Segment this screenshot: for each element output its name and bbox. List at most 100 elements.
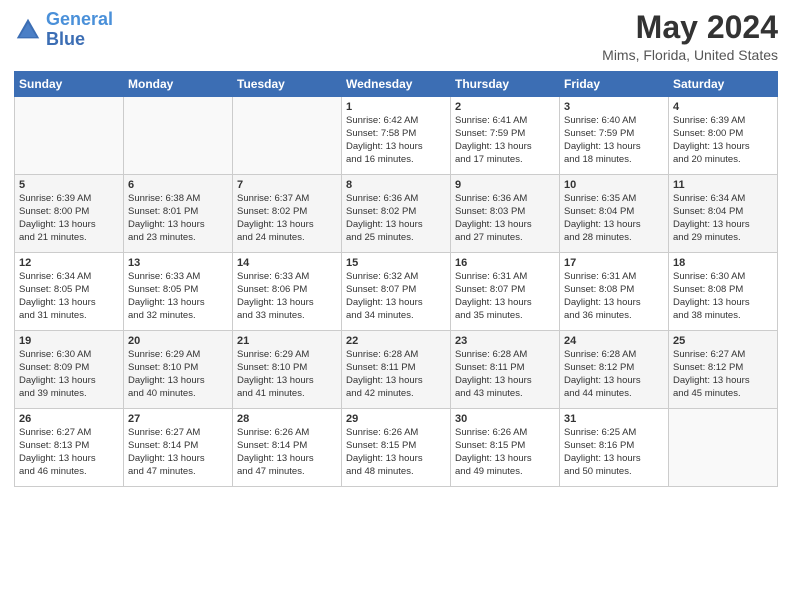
calendar-table: SundayMondayTuesdayWednesdayThursdayFrid… [14, 71, 778, 487]
day-header-tuesday: Tuesday [233, 72, 342, 97]
header-row: SundayMondayTuesdayWednesdayThursdayFrid… [15, 72, 778, 97]
calendar-cell: 11Sunrise: 6:34 AM Sunset: 8:04 PM Dayli… [669, 175, 778, 253]
day-number: 21 [237, 335, 337, 347]
calendar-cell: 31 Sunrise: 6:25 AM Sunset: 8:16 PM Dayli… [560, 409, 669, 487]
calendar-cell: 5 Sunrise: 6:39 AM Sunset: 8:00 PM Daylig… [15, 175, 124, 253]
calendar-cell: 25Sunrise: 6:27 AM Sunset: 8:12 PM Dayli… [669, 331, 778, 409]
header: General Blue May 2024 Mims, Florida, Uni… [14, 10, 778, 63]
month-title: May 2024 [602, 10, 778, 45]
calendar-cell: 7Sunrise: 6:37 AM Sunset: 8:02 PM Daylig… [233, 175, 342, 253]
cell-info: Sunrise: 6:30 AM Sunset: 8:09 PM Dayligh… [19, 349, 119, 400]
cell-info: Sunrise: 6:31 AM Sunset: 8:07 PM Dayligh… [455, 271, 555, 322]
calendar-cell [15, 97, 124, 175]
cell-info: Sunrise: 6:26 AM Sunset: 8:15 PM Dayligh… [346, 427, 446, 478]
calendar-cell: 19 Sunrise: 6:30 AM Sunset: 8:09 PM Dayli… [15, 331, 124, 409]
calendar-cell: 23Sunrise: 6:28 AM Sunset: 8:11 PM Dayli… [451, 331, 560, 409]
week-row-4: 19 Sunrise: 6:30 AM Sunset: 8:09 PM Dayli… [15, 331, 778, 409]
day-number: 27 [128, 413, 228, 425]
cell-info: Sunrise: 6:31 AM Sunset: 8:08 PM Dayligh… [564, 271, 664, 322]
cell-info: Sunrise: 6:34 AM Sunset: 8:04 PM Dayligh… [673, 193, 773, 244]
day-number: 18 [673, 257, 773, 269]
calendar-cell: 21 Sunrise: 6:29 AM Sunset: 8:10 PM Dayli… [233, 331, 342, 409]
calendar-cell: 15 Sunrise: 6:32 AM Sunset: 8:07 PM Dayli… [342, 253, 451, 331]
cell-info: Sunrise: 6:41 AM Sunset: 7:59 PM Dayligh… [455, 115, 555, 166]
day-number: 8 [346, 179, 446, 191]
cell-info: Sunrise: 6:34 AM Sunset: 8:05 PM Dayligh… [19, 271, 119, 322]
cell-info: Sunrise: 6:36 AM Sunset: 8:03 PM Dayligh… [455, 193, 555, 244]
calendar-cell [669, 409, 778, 487]
calendar-cell: 28 Sunrise: 6:26 AM Sunset: 8:14 PM Dayli… [233, 409, 342, 487]
calendar-cell: 10 Sunrise: 6:35 AM Sunset: 8:04 PM Dayli… [560, 175, 669, 253]
cell-info: Sunrise: 6:28 AM Sunset: 8:11 PM Dayligh… [346, 349, 446, 400]
cell-info: Sunrise: 6:25 AM Sunset: 8:16 PM Dayligh… [564, 427, 664, 478]
page-container: General Blue May 2024 Mims, Florida, Uni… [0, 0, 792, 497]
logo: General Blue [14, 10, 113, 50]
calendar-cell: 14 Sunrise: 6:33 AM Sunset: 8:06 PM Dayli… [233, 253, 342, 331]
day-number: 19 [19, 335, 119, 347]
day-number: 5 [19, 179, 119, 191]
day-number: 2 [455, 101, 555, 113]
calendar-cell [233, 97, 342, 175]
location: Mims, Florida, United States [602, 47, 778, 63]
day-number: 9 [455, 179, 555, 191]
day-number: 12 [19, 257, 119, 269]
day-header-sunday: Sunday [15, 72, 124, 97]
day-number: 1 [346, 101, 446, 113]
cell-info: Sunrise: 6:32 AM Sunset: 8:07 PM Dayligh… [346, 271, 446, 322]
day-number: 15 [346, 257, 446, 269]
day-number: 17 [564, 257, 664, 269]
calendar-cell: 8 Sunrise: 6:36 AM Sunset: 8:02 PM Daylig… [342, 175, 451, 253]
cell-info: Sunrise: 6:35 AM Sunset: 8:04 PM Dayligh… [564, 193, 664, 244]
day-number: 10 [564, 179, 664, 191]
calendar-cell [124, 97, 233, 175]
week-row-1: 1 Sunrise: 6:42 AM Sunset: 7:58 PM Daylig… [15, 97, 778, 175]
day-header-wednesday: Wednesday [342, 72, 451, 97]
title-block: May 2024 Mims, Florida, United States [602, 10, 778, 63]
cell-info: Sunrise: 6:39 AM Sunset: 8:00 PM Dayligh… [19, 193, 119, 244]
cell-info: Sunrise: 6:33 AM Sunset: 8:06 PM Dayligh… [237, 271, 337, 322]
day-header-monday: Monday [124, 72, 233, 97]
day-number: 23 [455, 335, 555, 347]
calendar-cell: 9 Sunrise: 6:36 AM Sunset: 8:03 PM Daylig… [451, 175, 560, 253]
day-number: 13 [128, 257, 228, 269]
day-number: 31 [564, 413, 664, 425]
week-row-2: 5 Sunrise: 6:39 AM Sunset: 8:00 PM Daylig… [15, 175, 778, 253]
day-number: 6 [128, 179, 228, 191]
day-number: 24 [564, 335, 664, 347]
cell-info: Sunrise: 6:26 AM Sunset: 8:14 PM Dayligh… [237, 427, 337, 478]
calendar-cell: 22 Sunrise: 6:28 AM Sunset: 8:11 PM Dayli… [342, 331, 451, 409]
cell-info: Sunrise: 6:29 AM Sunset: 8:10 PM Dayligh… [237, 349, 337, 400]
calendar-cell: 2 Sunrise: 6:41 AM Sunset: 7:59 PM Daylig… [451, 97, 560, 175]
cell-info: Sunrise: 6:29 AM Sunset: 8:10 PM Dayligh… [128, 349, 228, 400]
day-header-thursday: Thursday [451, 72, 560, 97]
calendar-cell: 20Sunrise: 6:29 AM Sunset: 8:10 PM Dayli… [124, 331, 233, 409]
calendar-cell: 24 Sunrise: 6:28 AM Sunset: 8:12 PM Dayli… [560, 331, 669, 409]
cell-info: Sunrise: 6:26 AM Sunset: 8:15 PM Dayligh… [455, 427, 555, 478]
logo-icon [14, 16, 42, 44]
cell-info: Sunrise: 6:28 AM Sunset: 8:12 PM Dayligh… [564, 349, 664, 400]
calendar-cell: 16Sunrise: 6:31 AM Sunset: 8:07 PM Dayli… [451, 253, 560, 331]
cell-info: Sunrise: 6:39 AM Sunset: 8:00 PM Dayligh… [673, 115, 773, 166]
day-number: 4 [673, 101, 773, 113]
day-number: 14 [237, 257, 337, 269]
day-number: 22 [346, 335, 446, 347]
cell-info: Sunrise: 6:27 AM Sunset: 8:14 PM Dayligh… [128, 427, 228, 478]
cell-info: Sunrise: 6:38 AM Sunset: 8:01 PM Dayligh… [128, 193, 228, 244]
calendar-cell: 6 Sunrise: 6:38 AM Sunset: 8:01 PM Daylig… [124, 175, 233, 253]
cell-info: Sunrise: 6:36 AM Sunset: 8:02 PM Dayligh… [346, 193, 446, 244]
day-number: 29 [346, 413, 446, 425]
calendar-cell: 13 Sunrise: 6:33 AM Sunset: 8:05 PM Dayli… [124, 253, 233, 331]
day-number: 28 [237, 413, 337, 425]
week-row-3: 12 Sunrise: 6:34 AM Sunset: 8:05 PM Dayli… [15, 253, 778, 331]
calendar-cell: 4 Sunrise: 6:39 AM Sunset: 8:00 PM Daylig… [669, 97, 778, 175]
day-header-friday: Friday [560, 72, 669, 97]
cell-info: Sunrise: 6:33 AM Sunset: 8:05 PM Dayligh… [128, 271, 228, 322]
calendar-cell: 17 Sunrise: 6:31 AM Sunset: 8:08 PM Dayli… [560, 253, 669, 331]
week-row-5: 26Sunrise: 6:27 AM Sunset: 8:13 PM Dayli… [15, 409, 778, 487]
calendar-cell: 26Sunrise: 6:27 AM Sunset: 8:13 PM Dayli… [15, 409, 124, 487]
cell-info: Sunrise: 6:42 AM Sunset: 7:58 PM Dayligh… [346, 115, 446, 166]
day-number: 7 [237, 179, 337, 191]
cell-info: Sunrise: 6:30 AM Sunset: 8:08 PM Dayligh… [673, 271, 773, 322]
calendar-cell: 30Sunrise: 6:26 AM Sunset: 8:15 PM Dayli… [451, 409, 560, 487]
cell-info: Sunrise: 6:27 AM Sunset: 8:12 PM Dayligh… [673, 349, 773, 400]
